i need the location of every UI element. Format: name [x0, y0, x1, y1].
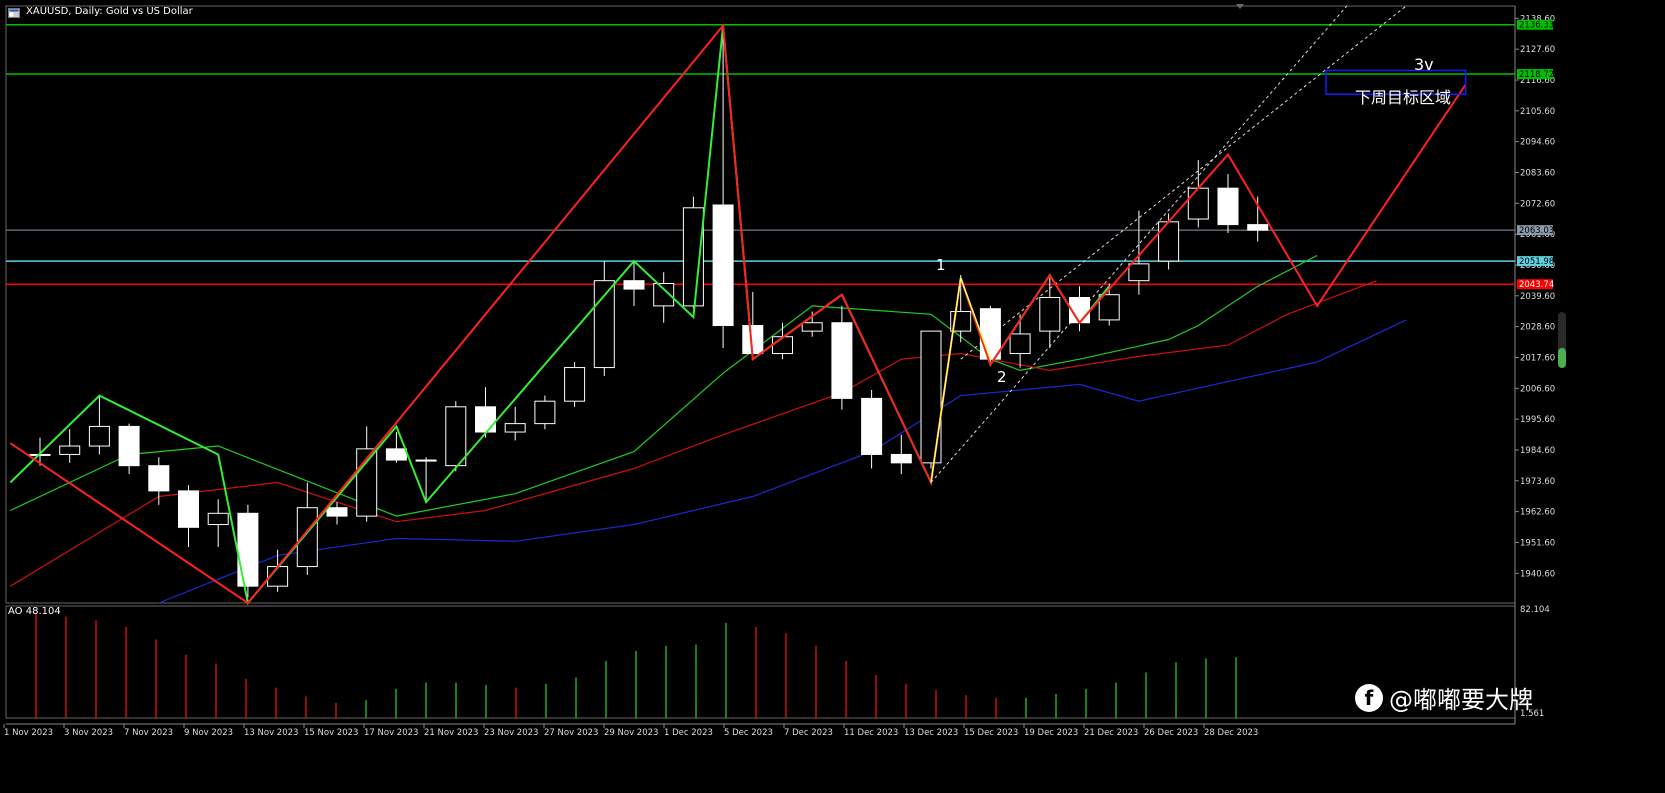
x-tick-label: 5 Dec 2023 — [724, 728, 773, 738]
x-tick-label: 26 Dec 2023 — [1144, 728, 1198, 738]
x-tick-label: 19 Dec 2023 — [1024, 728, 1078, 738]
candle-body — [1217, 187, 1239, 226]
x-tick-label: 15 Nov 2023 — [304, 728, 358, 738]
candle-body — [59, 445, 81, 455]
y-tick-label: 1973.60 — [1520, 477, 1555, 487]
candle-body — [296, 507, 318, 568]
price-chart[interactable]: 2138.602127.602116.602105.602094.602083.… — [0, 0, 1665, 789]
x-tick-label: 21 Nov 2023 — [424, 728, 478, 738]
candle-body — [1158, 221, 1180, 262]
candle-body — [534, 400, 556, 425]
moving-average-line — [9, 280, 1377, 587]
candle-body — [1039, 296, 1061, 332]
x-tick-label: 7 Nov 2023 — [124, 728, 173, 738]
candle-body — [1187, 187, 1209, 220]
watermark-text: @嘟嘟要大牌 — [1389, 686, 1533, 714]
level-price-label: 2118.72 — [1519, 70, 1554, 80]
candle-body — [118, 425, 140, 467]
candle-body — [178, 490, 199, 528]
x-tick-label: 3 Nov 2023 — [64, 728, 113, 738]
y-tick-label: 2017.60 — [1520, 353, 1555, 363]
candle-body — [326, 507, 348, 517]
candle-body — [148, 465, 170, 492]
y-tick-label: 2094.60 — [1520, 138, 1555, 148]
scroll-thumb[interactable] — [1558, 348, 1566, 368]
level-price-label: 2051.98 — [1519, 257, 1554, 267]
x-tick-label: 15 Dec 2023 — [964, 728, 1018, 738]
wave-1-label: 1 — [936, 256, 946, 274]
candle-body — [415, 459, 437, 462]
candle-body — [564, 367, 586, 402]
candle-body — [207, 512, 229, 526]
x-tick-label: 1 Nov 2023 — [4, 728, 53, 738]
candle-body — [861, 397, 883, 455]
level-price-label: 2063.03 — [1519, 226, 1554, 236]
channel-line — [960, 5, 1407, 360]
candle-body — [712, 204, 734, 327]
y-tick-label: 2127.60 — [1520, 45, 1555, 55]
candle-body — [504, 423, 526, 433]
candle-body — [445, 406, 467, 467]
candle-body — [831, 322, 853, 399]
candle-body — [1009, 333, 1031, 355]
x-tick-label: 7 Dec 2023 — [784, 728, 833, 738]
ao-tick-label: 82.104 — [1520, 605, 1550, 615]
y-tick-label: 2028.60 — [1520, 323, 1555, 333]
y-tick-label: 1951.60 — [1520, 538, 1555, 548]
watermark: f @嘟嘟要大牌 — [1355, 680, 1533, 715]
facebook-icon: f — [1355, 683, 1383, 712]
candle-body — [475, 406, 496, 433]
x-tick-label: 11 Dec 2023 — [844, 728, 898, 738]
moving-average-line — [158, 319, 1407, 604]
y-tick-label: 2006.60 — [1520, 384, 1555, 394]
x-tick-label: 13 Dec 2023 — [904, 728, 958, 738]
candle-body — [385, 448, 407, 461]
candle-body — [623, 280, 645, 290]
ao-plot-frame — [5, 605, 1516, 719]
candle-body — [1247, 224, 1269, 231]
y-tick-label: 1940.60 — [1520, 569, 1555, 579]
level-price-label: 2043.74 — [1519, 280, 1554, 290]
y-tick-label: 1984.60 — [1520, 446, 1555, 456]
y-tick-label: 1995.60 — [1520, 415, 1555, 425]
candle-body — [772, 336, 793, 355]
candle-body — [593, 280, 615, 369]
level-price-label: 2136.33 — [1519, 21, 1554, 31]
x-tick-label: 13 Nov 2023 — [244, 728, 298, 738]
zigzag-line — [9, 25, 1110, 606]
x-tick-label: 27 Nov 2023 — [544, 728, 598, 738]
y-tick-label: 2083.60 — [1520, 168, 1555, 178]
main-plot-frame — [5, 5, 1516, 604]
chart-window-icon — [8, 8, 20, 18]
x-tick-label: 9 Nov 2023 — [184, 728, 233, 738]
x-tick-label: 1 Dec 2023 — [664, 728, 713, 738]
candle-body — [1128, 263, 1150, 282]
chart-root: 2138.60 2127.60 2116.60 2105.60 2094.60 2083.… — [0, 0, 1665, 789]
x-tick-label: 21 Dec 2023 — [1084, 728, 1138, 738]
y-tick-label: 1962.60 — [1520, 508, 1555, 518]
ao-indicator-label: AO 48.104 — [8, 606, 61, 617]
y-tick-label: 2105.60 — [1520, 107, 1555, 117]
x-tick-label: 17 Nov 2023 — [364, 728, 418, 738]
x-tick-label: 28 Dec 2023 — [1204, 728, 1258, 738]
x-tick-label: 23 Nov 2023 — [484, 728, 538, 738]
candle-body — [920, 330, 942, 464]
x-tick-label: 29 Nov 2023 — [604, 728, 658, 738]
y-tick-label: 2039.60 — [1520, 292, 1555, 302]
wave-3-label: 3v — [1414, 55, 1434, 74]
chart-title: XAUUSD, Daily: Gold vs US Dollar — [26, 6, 193, 17]
wave-2-label: 2 — [997, 368, 1007, 386]
candle-body — [801, 322, 823, 332]
candle-body — [88, 425, 110, 447]
y-tick-label: 2072.60 — [1520, 199, 1555, 209]
candle-body — [237, 512, 259, 587]
candle-body — [890, 453, 912, 464]
target-zone-label: 下周目标区域 — [1355, 88, 1451, 107]
candle-body — [979, 308, 1001, 360]
